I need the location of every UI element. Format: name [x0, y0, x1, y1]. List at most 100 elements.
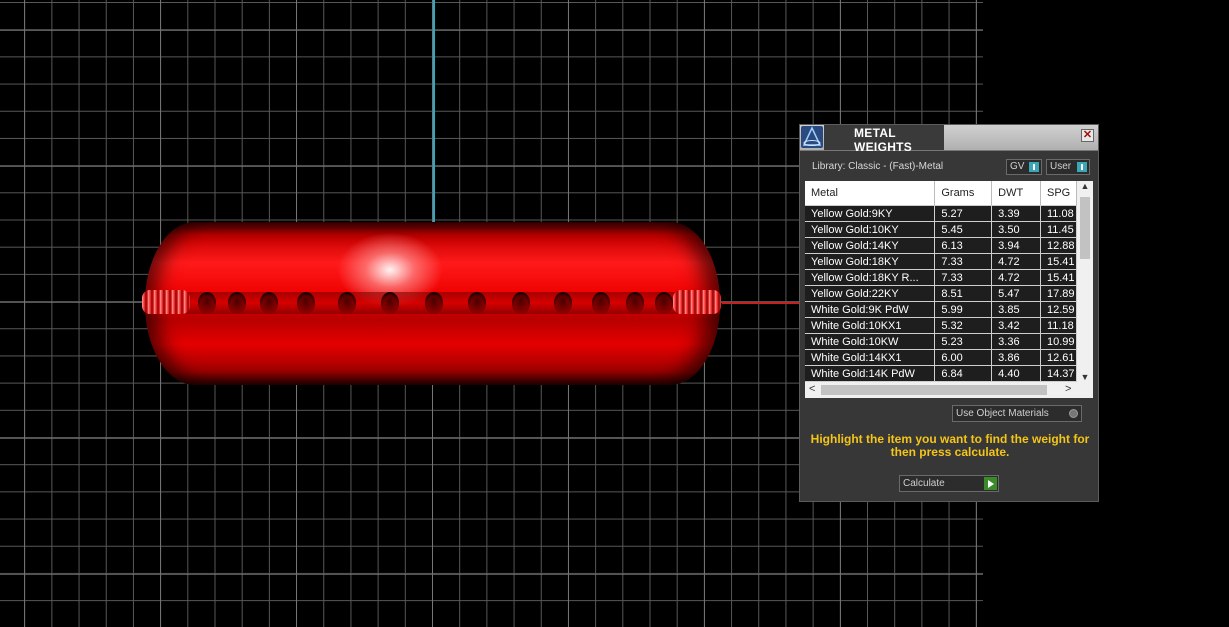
column-header-metal[interactable]: Metal: [805, 181, 936, 206]
table-row[interactable]: White Gold:14K PdW 6.84 4.40 14.37: [805, 365, 1077, 382]
cell-grams[interactable]: 5.32: [934, 317, 993, 334]
cell-metal[interactable]: Yellow Gold:18KY R...: [805, 269, 936, 286]
ring-coil-left: [142, 290, 190, 314]
table-row[interactable]: White Gold:10KW 5.23 3.36 10.99: [805, 333, 1077, 350]
ring-hole: [228, 292, 246, 314]
gv-toggle[interactable]: GV: [1006, 159, 1042, 175]
cell-metal[interactable]: Yellow Gold:14KY: [805, 237, 936, 254]
ring-hole: [512, 292, 530, 314]
horizontal-axis-line: [722, 302, 802, 304]
cell-metal[interactable]: White Gold:9K PdW: [805, 301, 936, 318]
scroll-right-icon[interactable]: >: [1065, 383, 1071, 395]
cell-spg[interactable]: 12.61: [1040, 349, 1077, 366]
table-row[interactable]: Yellow Gold:18KY 7.33 4.72 15.41: [805, 253, 1077, 270]
ring-hole: [592, 292, 610, 314]
cell-grams[interactable]: 5.23: [934, 333, 993, 350]
radio-icon[interactable]: [1069, 409, 1078, 418]
cell-dwt[interactable]: 3.36: [991, 333, 1041, 350]
column-header-grams[interactable]: Grams: [934, 181, 993, 206]
cell-spg[interactable]: 14.37: [1040, 365, 1077, 382]
cell-spg[interactable]: 11.08: [1040, 205, 1077, 222]
cell-grams[interactable]: 8.51: [934, 285, 993, 302]
table-header-row: Metal Grams DWT SPG: [805, 181, 1077, 206]
cell-spg[interactable]: 15.41: [1040, 253, 1077, 270]
metal-weights-panel: METAL WEIGHTS ✕ Library: Classic - (Fast…: [799, 124, 1099, 502]
cell-dwt[interactable]: 3.85: [991, 301, 1041, 318]
scroll-down-icon[interactable]: ▼: [1077, 372, 1093, 382]
play-arrow-icon[interactable]: [984, 477, 997, 490]
ring-model[interactable]: [140, 222, 725, 387]
cell-spg[interactable]: 12.59: [1040, 301, 1077, 318]
calculate-label: Calculate: [903, 478, 945, 489]
vertical-axis-line: [433, 0, 435, 225]
cell-dwt[interactable]: 4.72: [991, 253, 1041, 270]
ring-hole: [468, 292, 486, 314]
cell-metal[interactable]: Yellow Gold:10KY: [805, 221, 936, 238]
title-area: METAL WEIGHTS: [824, 125, 944, 154]
use-object-materials-option[interactable]: Use Object Materials: [952, 405, 1082, 422]
cell-metal[interactable]: White Gold:10KX1: [805, 317, 936, 334]
cell-metal[interactable]: Yellow Gold:9KY: [805, 205, 936, 222]
cell-dwt[interactable]: 3.94: [991, 237, 1041, 254]
cell-dwt[interactable]: 3.50: [991, 221, 1041, 238]
horizontal-scrollbar[interactable]: < >: [805, 382, 1093, 398]
cell-metal[interactable]: White Gold:14K PdW: [805, 365, 936, 382]
panel-title: METAL WEIGHTS: [854, 126, 913, 154]
cell-grams[interactable]: 6.84: [934, 365, 993, 382]
cell-dwt[interactable]: 4.40: [991, 365, 1041, 382]
scroll-left-icon[interactable]: <: [809, 383, 815, 395]
ring-hole: [260, 292, 278, 314]
scroll-thumb[interactable]: [1080, 197, 1090, 259]
close-icon[interactable]: ✕: [1081, 129, 1094, 142]
user-toggle[interactable]: User: [1046, 159, 1090, 175]
use-object-materials-label: Use Object Materials: [956, 408, 1049, 419]
cell-spg[interactable]: 10.99: [1040, 333, 1077, 350]
library-label: Library: Classic - (Fast)-Metal: [812, 161, 944, 172]
table-row[interactable]: Yellow Gold:22KY 8.51 5.47 17.89: [805, 285, 1077, 302]
cell-grams[interactable]: 7.33: [934, 269, 993, 286]
cell-grams[interactable]: 5.45: [934, 221, 993, 238]
cell-metal[interactable]: Yellow Gold:22KY: [805, 285, 936, 302]
cell-spg[interactable]: 12.88: [1040, 237, 1077, 254]
cell-grams[interactable]: 5.27: [934, 205, 993, 222]
cell-spg[interactable]: 17.89: [1040, 285, 1077, 302]
table-row[interactable]: Yellow Gold:14KY 6.13 3.94 12.88: [805, 237, 1077, 254]
cell-grams[interactable]: 7.33: [934, 253, 993, 270]
panel-titlebar[interactable]: METAL WEIGHTS ✕: [800, 125, 1098, 154]
vertical-scrollbar[interactable]: ▲ ▼: [1077, 181, 1093, 382]
column-header-spg[interactable]: SPG: [1040, 181, 1077, 206]
ring-hole: [655, 292, 673, 314]
ring-hole: [425, 292, 443, 314]
cell-dwt[interactable]: 3.42: [991, 317, 1041, 334]
scroll-up-icon[interactable]: ▲: [1077, 181, 1093, 191]
ring-hole: [554, 292, 572, 314]
cell-spg[interactable]: 11.18: [1040, 317, 1077, 334]
table-row[interactable]: White Gold:9K PdW 5.99 3.85 12.59: [805, 301, 1077, 318]
cell-spg[interactable]: 11.45: [1040, 221, 1077, 238]
cell-grams[interactable]: 6.00: [934, 349, 993, 366]
metal-table: Metal Grams DWT SPG Yellow Gold:9KY 5.27 3…: [805, 181, 1093, 398]
cell-spg[interactable]: 15.41: [1040, 269, 1077, 286]
table-row[interactable]: White Gold:10KX1 5.32 3.42 11.18: [805, 317, 1077, 334]
table-row[interactable]: Yellow Gold:18KY R... 7.33 4.72 15.41: [805, 269, 1077, 286]
cell-grams[interactable]: 6.13: [934, 237, 993, 254]
table-row[interactable]: Yellow Gold:10KY 5.45 3.50 11.45: [805, 221, 1077, 238]
cell-metal[interactable]: White Gold:14KX1: [805, 349, 936, 366]
instruction-text: Highlight the item you want to find the …: [810, 432, 1090, 459]
table-row[interactable]: White Gold:14KX1 6.00 3.86 12.61: [805, 349, 1077, 366]
ring-hole: [626, 292, 644, 314]
table-row[interactable]: Yellow Gold:9KY 5.27 3.39 11.08: [805, 205, 1077, 222]
cell-metal[interactable]: Yellow Gold:18KY: [805, 253, 936, 270]
ring-coil-right: [673, 290, 721, 314]
calculate-button[interactable]: Calculate: [899, 475, 999, 492]
toggle-knob-icon: [1077, 162, 1087, 172]
scroll-thumb[interactable]: [821, 385, 1047, 395]
column-header-dwt[interactable]: DWT: [991, 181, 1041, 206]
cell-dwt[interactable]: 4.72: [991, 269, 1041, 286]
cell-dwt[interactable]: 3.39: [991, 205, 1041, 222]
cell-metal[interactable]: White Gold:10KW: [805, 333, 936, 350]
cell-dwt[interactable]: 3.86: [991, 349, 1041, 366]
ring-hole: [297, 292, 315, 314]
cell-grams[interactable]: 5.99: [934, 301, 993, 318]
cell-dwt[interactable]: 5.47: [991, 285, 1041, 302]
